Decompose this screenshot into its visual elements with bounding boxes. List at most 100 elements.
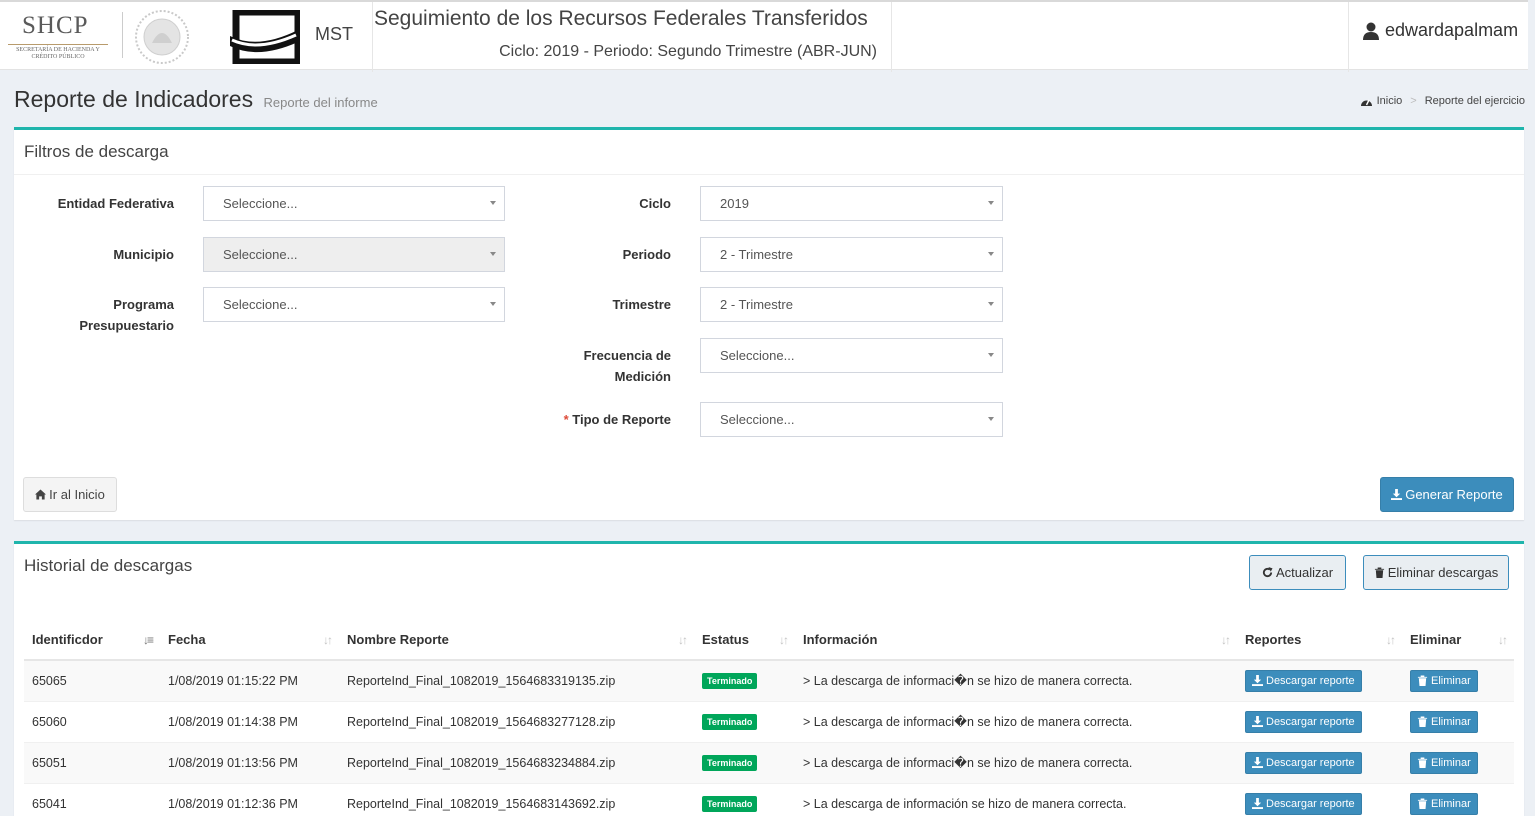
periodo-select-value: 2 - Trimestre	[720, 247, 793, 262]
table-header-row: Identificdor ↓≡ Fecha ↓↑ Nombre Reporte ↓↑ …	[24, 620, 1514, 661]
col-header-info[interactable]: Información ↓↑	[795, 620, 1237, 661]
breadcrumb-current: Reporte del ejercicio	[1424, 95, 1525, 107]
download-report-button[interactable]: Descargar reporte	[1245, 669, 1362, 692]
programa-select[interactable]: Seleccione...	[203, 287, 505, 322]
trash-icon	[1417, 757, 1428, 768]
periodo-select[interactable]: 2 - Trimestre	[700, 237, 1003, 272]
refresh-button-label: Actualizar	[1275, 565, 1334, 580]
delete-row-button[interactable]: Eliminar	[1410, 669, 1478, 692]
cell-eliminar: Eliminar	[1402, 741, 1514, 783]
cell-eliminar: Eliminar	[1402, 782, 1514, 816]
col-header-eliminar[interactable]: Eliminar ↓↑	[1402, 620, 1514, 661]
breadcrumb-home-link[interactable]: Inicio	[1377, 95, 1403, 107]
col-header-estatus[interactable]: Estatus ↓↑	[694, 620, 795, 661]
entidad-select[interactable]: Seleccione...	[203, 186, 505, 221]
shcp-logo-text: SHCP	[22, 12, 89, 39]
mexico-seal-icon	[135, 10, 189, 64]
frecuencia-label-line1: Frecuencia de	[583, 348, 671, 363]
trimestre-select-value: 2 - Trimestre	[720, 297, 793, 312]
cell-reportes: Descargar reporte	[1237, 659, 1402, 701]
delete-row-label: Eliminar	[1431, 715, 1471, 728]
required-marker: *	[563, 412, 569, 427]
chevron-down-icon	[988, 252, 994, 256]
table-row: 65051 1/08/2019 01:13:56 PM ReporteInd_F…	[24, 741, 1514, 783]
programa-label: Programa Presupuestario	[34, 294, 174, 336]
generate-report-button[interactable]: Generar Reporte	[1380, 477, 1514, 512]
tipo-reporte-label: * Tipo de Reporte	[524, 409, 671, 430]
trash-icon	[1417, 798, 1428, 810]
cell-info: > La descarga de información se hizo de …	[795, 782, 1237, 816]
download-icon	[1252, 798, 1263, 810]
delete-row-button[interactable]: Eliminar	[1410, 792, 1478, 815]
history-table: Identificdor ↓≡ Fecha ↓↑ Nombre Reporte ↓↑ …	[24, 620, 1514, 816]
cell-eliminar: Eliminar	[1402, 700, 1514, 742]
col-header-reportes-label: Reportes	[1245, 632, 1302, 647]
download-report-label: Descargar reporte	[1266, 674, 1355, 687]
app-subtitle: Ciclo: 2019 - Periodo: Segundo Trimestre…	[499, 43, 877, 60]
user-icon	[1363, 22, 1379, 40]
cell-info: > La descarga de informaci�n se hizo de …	[795, 741, 1237, 783]
download-report-button[interactable]: Descargar reporte	[1245, 792, 1362, 815]
user-menu[interactable]: edwardapalmam	[1348, 2, 1528, 72]
sort-desc-icon: ↓≡	[142, 633, 154, 647]
table-row: 65060 1/08/2019 01:14:38 PM ReporteInd_F…	[24, 700, 1514, 742]
col-header-info-label: Información	[803, 632, 878, 647]
col-header-nombre[interactable]: Nombre Reporte ↓↑	[339, 620, 694, 661]
col-header-reportes[interactable]: Reportes ↓↑	[1237, 620, 1402, 661]
dashboard-icon	[1360, 99, 1372, 106]
page-subtitle: Reporte del informe	[263, 95, 378, 110]
cell-nombre: ReporteInd_Final_1082019_1564683143692.z…	[339, 782, 694, 816]
trimestre-select[interactable]: 2 - Trimestre	[700, 287, 1003, 322]
download-report-button[interactable]: Descargar reporte	[1245, 710, 1362, 733]
page-title: Reporte de Indicadores Reporte del infor…	[14, 86, 378, 113]
trash-icon	[1417, 716, 1428, 727]
chevron-down-icon	[988, 201, 994, 205]
cell-estatus: Terminado	[694, 741, 795, 783]
sort-icon: ↓↑	[1221, 633, 1231, 647]
table-row: 65041 1/08/2019 01:12:36 PM ReporteInd_F…	[24, 782, 1514, 816]
delete-downloads-button[interactable]: Eliminar descargas	[1363, 555, 1509, 590]
programa-label-line1: Programa	[113, 297, 174, 312]
trash-icon	[1374, 567, 1384, 578]
col-header-id-label: Identificdor	[32, 632, 103, 647]
shcp-logo: SHCP SECRETARÍA DE HACIENDA Y CRÉDITO PÚ…	[6, 10, 114, 62]
col-header-fecha[interactable]: Fecha ↓↑	[160, 620, 339, 661]
cell-id: 65051	[24, 741, 160, 783]
col-header-id[interactable]: Identificdor ↓≡	[24, 620, 160, 661]
cell-id: 65041	[24, 782, 160, 816]
delete-row-button[interactable]: Eliminar	[1410, 710, 1478, 733]
tipo-reporte-select[interactable]: Seleccione...	[700, 402, 1003, 437]
delete-row-label: Eliminar	[1431, 797, 1471, 810]
delete-row-label: Eliminar	[1431, 756, 1471, 769]
cell-id: 65065	[24, 659, 160, 701]
mst-logo-icon	[230, 10, 300, 64]
download-report-button[interactable]: Descargar reporte	[1245, 751, 1362, 774]
cell-estatus: Terminado	[694, 659, 795, 701]
cell-nombre: ReporteInd_Final_1082019_1564683277128.z…	[339, 700, 694, 742]
delete-row-button[interactable]: Eliminar	[1410, 751, 1478, 774]
entidad-label: Entidad Federativa	[57, 196, 174, 211]
top-header: SHCP SECRETARÍA DE HACIENDA Y CRÉDITO PÚ…	[0, 0, 1528, 72]
status-badge: Terminado	[702, 713, 758, 730]
filters-panel: Filtros de descarga Entidad Federativa S…	[14, 127, 1524, 520]
cell-eliminar: Eliminar	[1402, 659, 1514, 701]
frecuencia-select[interactable]: Seleccione...	[700, 338, 1003, 373]
logo-divider	[122, 12, 123, 58]
table-row: 65065 1/08/2019 01:15:22 PM ReporteInd_F…	[24, 659, 1514, 701]
col-header-fecha-label: Fecha	[168, 632, 206, 647]
download-report-label: Descargar reporte	[1266, 797, 1355, 810]
download-icon	[1391, 489, 1403, 500]
mst-label: MST	[315, 24, 353, 44]
chevron-down-icon	[490, 302, 496, 306]
ciclo-label: Ciclo	[639, 196, 671, 211]
cell-fecha: 1/08/2019 01:15:22 PM	[160, 659, 339, 701]
refresh-button[interactable]: Actualizar	[1249, 555, 1346, 590]
go-home-button[interactable]: Ir al Inicio	[23, 477, 117, 512]
municipio-select[interactable]: Seleccione...	[203, 237, 505, 272]
status-badge: Terminado	[702, 672, 758, 689]
programa-select-value: Seleccione...	[223, 297, 298, 312]
sort-icon: ↓↑	[323, 633, 333, 647]
col-header-estatus-label: Estatus	[702, 632, 749, 647]
ciclo-select[interactable]: 2019	[700, 186, 1003, 221]
trash-icon	[1417, 675, 1428, 687]
